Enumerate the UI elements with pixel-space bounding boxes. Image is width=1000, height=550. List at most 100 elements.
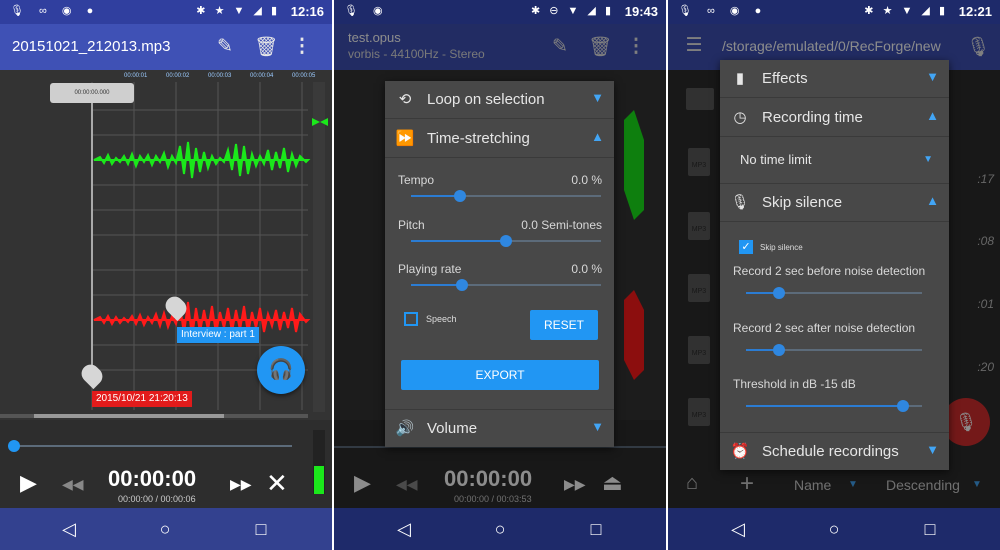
home-nav-icon[interactable]: ○: [822, 517, 846, 541]
slider-knob[interactable]: [500, 235, 512, 247]
status-time: 12:21: [958, 4, 992, 19]
phone-screen-time-stretch: 🎙 ◉ ✱ ⊖ ▼ ◢ ▮ 19:43 test.opus vorbis - 4…: [334, 0, 666, 550]
slider-knob[interactable]: [896, 400, 909, 412]
alarm-icon: ⏰: [730, 443, 750, 460]
slider-knob[interactable]: [454, 190, 467, 202]
chevron-up-icon: ▲: [926, 108, 939, 123]
recents-nav-icon[interactable]: □: [584, 517, 608, 541]
menu-row-effects[interactable]: ▮ Effects ▼: [720, 60, 949, 98]
repeat-icon: ⟲: [398, 91, 412, 108]
menu-row-time-stretch[interactable]: ⏩ Time-stretching ▲: [385, 120, 614, 158]
headphones-button[interactable]: 🎧: [257, 346, 305, 394]
headphones-icon: 🎧: [268, 359, 294, 381]
level-meter: [313, 430, 325, 494]
app-toolbar: 20151021_212013.mp3 ✎ 🗑 ⋮: [0, 24, 332, 70]
notification-icons: 🎙 ◉: [344, 5, 389, 17]
seek-knob[interactable]: [8, 440, 20, 452]
close-icon[interactable]: ✕: [266, 468, 288, 499]
chevron-up-icon: ▲: [591, 129, 604, 144]
timer-icon: ◷: [733, 109, 747, 126]
menu-row-loop[interactable]: ⟲ Loop on selection ▼: [385, 81, 614, 119]
slider-knob[interactable]: [456, 279, 469, 291]
pitch-label: Pitch: [398, 218, 425, 232]
menu-label: Loop on selection: [427, 91, 545, 108]
menu-label: Effects: [762, 70, 808, 87]
menu-row-skip-silence[interactable]: 🎙 Skip silence ▲: [720, 184, 949, 222]
speech-checkbox[interactable]: [404, 312, 418, 326]
system-nav-bar: ◁ ○ □: [0, 508, 332, 550]
home-nav-icon[interactable]: ○: [488, 517, 512, 541]
time-position: 00:00:00 / 00:00:06: [118, 494, 196, 504]
status-bar: 🎙 ◉ ✱ ⊖ ▼ ◢ ▮ 19:43: [334, 0, 666, 24]
chevron-up-icon: ▲: [926, 193, 939, 208]
ruler-tick: 00:00:03: [208, 73, 232, 79]
chevron-down-icon: ▼: [591, 419, 604, 434]
rate-slider[interactable]: [411, 279, 601, 291]
back-nav-icon[interactable]: ◁: [392, 517, 416, 541]
time-ruler: 00:00:01 00:00:02 00:00:03 00:00:04 00:0…: [118, 73, 318, 83]
seek-bar[interactable]: [8, 440, 292, 452]
marker-label[interactable]: 2015/10/21 21:20:13: [92, 391, 192, 407]
phone-screen-recorder-settings: 🎙 ∞ ◉ ● ✱ ★ ▼ ◢ ▮ 12:21 ☰ /storage/emula…: [668, 0, 1000, 550]
chevron-down-icon: ▼: [591, 90, 604, 105]
ruler-tick: 00:00:05: [292, 73, 316, 79]
notification-icons: 🎙 ∞ ◉ ●: [678, 5, 768, 17]
recorder-settings-menu: ▮ Effects ▼ ◷ Recording time ▲ No time l…: [720, 60, 949, 470]
pitch-value: 0.0 Semi-tones: [521, 218, 602, 232]
rewind-icon[interactable]: ◀◀: [62, 476, 84, 493]
fast-forward-icon: ⏩: [395, 130, 415, 147]
threshold-slider[interactable]: [746, 400, 922, 412]
mic-off-icon: 🎙: [730, 194, 750, 211]
fast-forward-icon[interactable]: ▶▶: [230, 476, 252, 493]
speech-label: Speech: [426, 314, 457, 324]
menu-row-schedule[interactable]: ⏰ Schedule recordings ▼: [720, 432, 949, 470]
ruler-tick: 00:00:01: [124, 73, 148, 79]
skip-silence-checkbox[interactable]: ✓: [739, 240, 753, 254]
rate-label: Playing rate: [398, 262, 462, 276]
play-icon[interactable]: ▶: [20, 470, 37, 496]
export-button[interactable]: EXPORT: [401, 360, 599, 390]
menu-label: Skip silence: [762, 194, 843, 211]
menu-label: Volume: [427, 420, 478, 437]
pitch-slider[interactable]: [411, 235, 601, 247]
recents-nav-icon[interactable]: □: [249, 517, 273, 541]
status-bar: 🎙 ∞ ◉ ● ✱ ★ ▼ ◢ ▮ 12:16: [0, 0, 332, 24]
reset-button[interactable]: RESET: [530, 310, 598, 340]
bar-chart-icon: ▮: [735, 70, 745, 87]
menu-row-recording-time[interactable]: ◷ Recording time ▲: [720, 99, 949, 137]
status-time: 19:43: [624, 4, 658, 19]
cursor-time: 00:00:00.000: [74, 90, 110, 96]
ruler-tick: 00:00:02: [166, 73, 190, 79]
back-nav-icon[interactable]: ◁: [57, 517, 81, 541]
after-label: Record 2 sec after noise detection: [733, 321, 916, 335]
rate-value: 0.0 %: [571, 262, 602, 276]
status-bar: 🎙 ∞ ◉ ● ✱ ★ ▼ ◢ ▮ 12:21: [668, 0, 1000, 24]
volume-icon: 🔊: [395, 420, 415, 437]
system-nav-bar: ◁ ○ □: [668, 508, 1000, 550]
delete-icon[interactable]: 🗑: [254, 35, 278, 59]
menu-label: Schedule recordings: [762, 443, 899, 460]
after-slider[interactable]: [746, 344, 922, 356]
dropdown-icon: ▼: [923, 154, 933, 165]
slider-knob[interactable]: [773, 344, 786, 356]
before-slider[interactable]: [746, 287, 922, 299]
skip-silence-check-label: Skip silence: [760, 243, 803, 252]
cursor-handle[interactable]: 00:00:00.000: [50, 83, 134, 103]
marker-label[interactable]: Interview : part 1: [177, 327, 259, 343]
slider-knob[interactable]: [773, 287, 786, 299]
menu-label: Recording time: [762, 109, 863, 126]
effects-menu: ⟲ Loop on selection ▼ ⏩ Time-stretching …: [385, 81, 614, 447]
ruler-tick: 00:00:04: [250, 73, 274, 79]
back-nav-icon[interactable]: ◁: [726, 517, 750, 541]
tempo-slider[interactable]: [411, 190, 601, 202]
edit-icon[interactable]: ✎: [213, 35, 237, 58]
time-display: 00:00:00: [108, 466, 197, 491]
home-nav-icon[interactable]: ○: [153, 517, 177, 541]
time-limit-select[interactable]: No time limit ▼: [720, 138, 949, 184]
notification-icons: 🎙 ∞ ◉ ●: [10, 5, 100, 17]
menu-row-volume[interactable]: 🔊 Volume ▼: [385, 409, 614, 447]
more-vert-icon[interactable]: ⋮: [290, 35, 314, 58]
recents-nav-icon[interactable]: □: [918, 517, 942, 541]
chevron-down-icon: ▼: [926, 442, 939, 457]
status-time: 12:16: [290, 4, 324, 19]
